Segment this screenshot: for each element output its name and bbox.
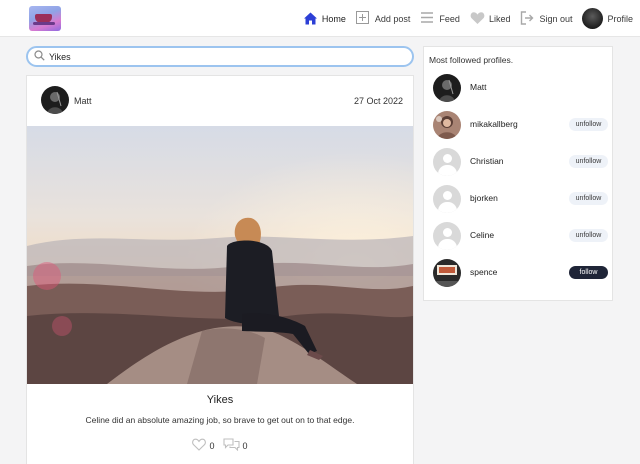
profile-name[interactable]: Matt <box>470 82 487 92</box>
profile-name[interactable]: Celine <box>470 230 494 240</box>
nav-feed-label: Feed <box>439 13 460 24</box>
nav-sign-out[interactable]: Sign out <box>520 11 572 26</box>
avatar[interactable] <box>433 74 461 102</box>
profile-row-matt: Matt <box>433 73 608 103</box>
nav-items: Home Add post Feed Liked Sign out Profil… <box>293 0 633 37</box>
unfollow-button[interactable]: unfollow <box>569 155 608 168</box>
nav-profile[interactable]: Profile <box>582 8 633 29</box>
nav-home[interactable]: Home <box>303 11 346 26</box>
post-author-avatar[interactable] <box>41 86 69 114</box>
avatar-head-shape <box>443 228 452 237</box>
profile-row-bjorken: bjorken unfollow <box>433 184 608 214</box>
nav-add-post[interactable]: Add post <box>355 11 411 26</box>
add-post-icon <box>355 11 371 26</box>
like-count: 0 <box>209 440 215 451</box>
comment-button[interactable]: 0 <box>222 437 248 454</box>
app-logo[interactable] <box>29 6 61 31</box>
profile-name[interactable]: spence <box>470 267 497 277</box>
profile-row-mikakallberg: mikakallberg unfollow <box>433 110 608 140</box>
profile-name[interactable]: bjorken <box>470 193 498 203</box>
sidebar-title: Most followed profiles. <box>429 55 514 65</box>
avatar[interactable] <box>433 111 461 139</box>
post-card: Matt 27 Oct 2022 Yikes Celine did an abs… <box>26 75 414 464</box>
post-title: Yikes <box>206 394 234 406</box>
follow-button[interactable]: follow <box>569 266 608 279</box>
profile-row-christian: Christian unfollow <box>433 147 608 177</box>
default-avatar[interactable] <box>433 185 461 213</box>
post-body: Celine did an absolute amazing job, so b… <box>85 415 355 425</box>
avatar[interactable] <box>433 259 461 287</box>
nav-sign-out-label: Sign out <box>539 13 573 24</box>
nav-add-post-label: Add post <box>374 13 411 24</box>
sign-out-icon <box>520 11 535 26</box>
avatar-body-shape <box>438 202 457 213</box>
heart-icon <box>470 11 485 26</box>
unfollow-button[interactable]: unfollow <box>569 118 608 131</box>
nav-liked[interactable]: Liked <box>470 11 511 26</box>
heart-outline-icon <box>192 438 207 454</box>
avatar-head-shape <box>443 154 452 163</box>
comment-count: 0 <box>242 440 248 451</box>
home-icon <box>303 11 318 26</box>
search-input[interactable] <box>49 51 379 62</box>
like-button[interactable]: 0 <box>192 438 215 454</box>
post-actions: 0 0 <box>27 437 413 454</box>
avatar-body-shape <box>438 239 457 250</box>
nav-feed[interactable]: Feed <box>420 11 460 26</box>
search-icon <box>34 49 45 64</box>
comments-icon <box>222 437 240 454</box>
nav-home-label: Home <box>321 13 346 24</box>
default-avatar[interactable] <box>433 148 461 176</box>
profile-row-celine: Celine unfollow <box>433 221 608 251</box>
post-photo-illustration <box>27 126 413 384</box>
post-date: 27 Oct 2022 <box>353 96 403 106</box>
profile-name[interactable]: Christian <box>470 156 504 166</box>
post-image <box>27 126 413 384</box>
logo-saucer-shape <box>33 22 55 25</box>
nav-liked-label: Liked <box>488 13 511 24</box>
feed-icon <box>420 11 435 26</box>
most-followed-sidebar: Most followed profiles. Matt mikakallber… <box>423 46 613 301</box>
profile-row-spence: spence follow <box>433 258 608 288</box>
avatar-body-shape <box>438 165 457 176</box>
default-avatar[interactable] <box>433 222 461 250</box>
profile-name[interactable]: mikakallberg <box>470 119 518 129</box>
nav-profile-label: Profile <box>607 13 633 24</box>
post-header: Matt 27 Oct 2022 <box>27 76 413 126</box>
unfollow-button[interactable]: unfollow <box>569 229 608 242</box>
unfollow-button[interactable]: unfollow <box>569 192 608 205</box>
post-author-name[interactable]: Matt <box>74 96 92 106</box>
profile-avatar <box>582 8 604 29</box>
top-navbar: Home Add post Feed Liked Sign out Profil… <box>0 0 640 37</box>
avatar-head-shape <box>443 191 452 200</box>
search-bar <box>26 46 414 67</box>
